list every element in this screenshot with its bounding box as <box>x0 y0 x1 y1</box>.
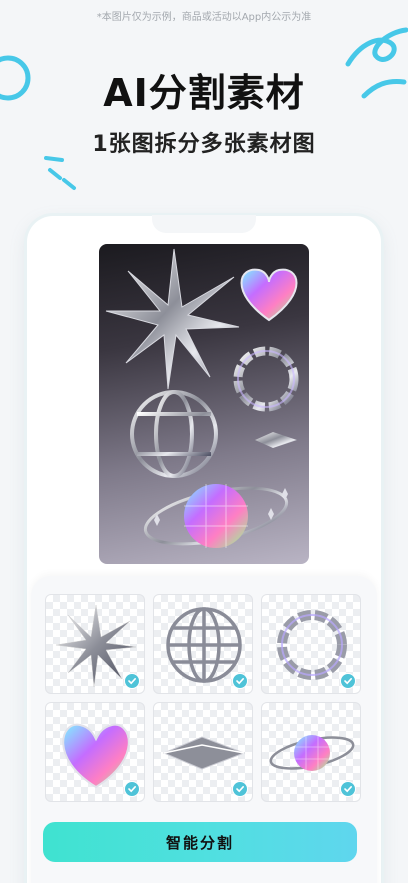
result-tile-arrow-star[interactable] <box>153 702 253 802</box>
star-icon <box>105 248 240 390</box>
page-title: AI分割素材 <box>103 71 305 115</box>
check-icon <box>340 673 356 689</box>
globe-icon <box>130 390 218 478</box>
heart-icon <box>240 268 298 322</box>
result-tile-heart[interactable] <box>45 702 145 802</box>
smart-split-button[interactable]: 智能分割 <box>43 822 357 862</box>
phone-notch <box>152 215 256 233</box>
phone-mockup: 智能分割 <box>27 215 381 883</box>
result-tile-globe[interactable] <box>153 594 253 694</box>
result-tile-star[interactable] <box>45 594 145 694</box>
result-sheet: 智能分割 <box>31 576 377 883</box>
check-icon <box>232 673 248 689</box>
result-tile-chain-ring[interactable] <box>261 594 361 694</box>
page-subtitle: 1张图拆分多张素材图 <box>92 132 316 157</box>
check-icon <box>232 781 248 797</box>
check-icon <box>340 781 356 797</box>
check-icon <box>124 673 140 689</box>
chain-ring-icon <box>233 346 299 412</box>
disco-ball-icon <box>143 484 289 548</box>
check-icon <box>124 781 140 797</box>
source-image <box>99 244 309 564</box>
result-grid <box>45 594 361 802</box>
arrow-star-icon <box>255 432 297 448</box>
result-tile-disco-ball[interactable] <box>261 702 361 802</box>
